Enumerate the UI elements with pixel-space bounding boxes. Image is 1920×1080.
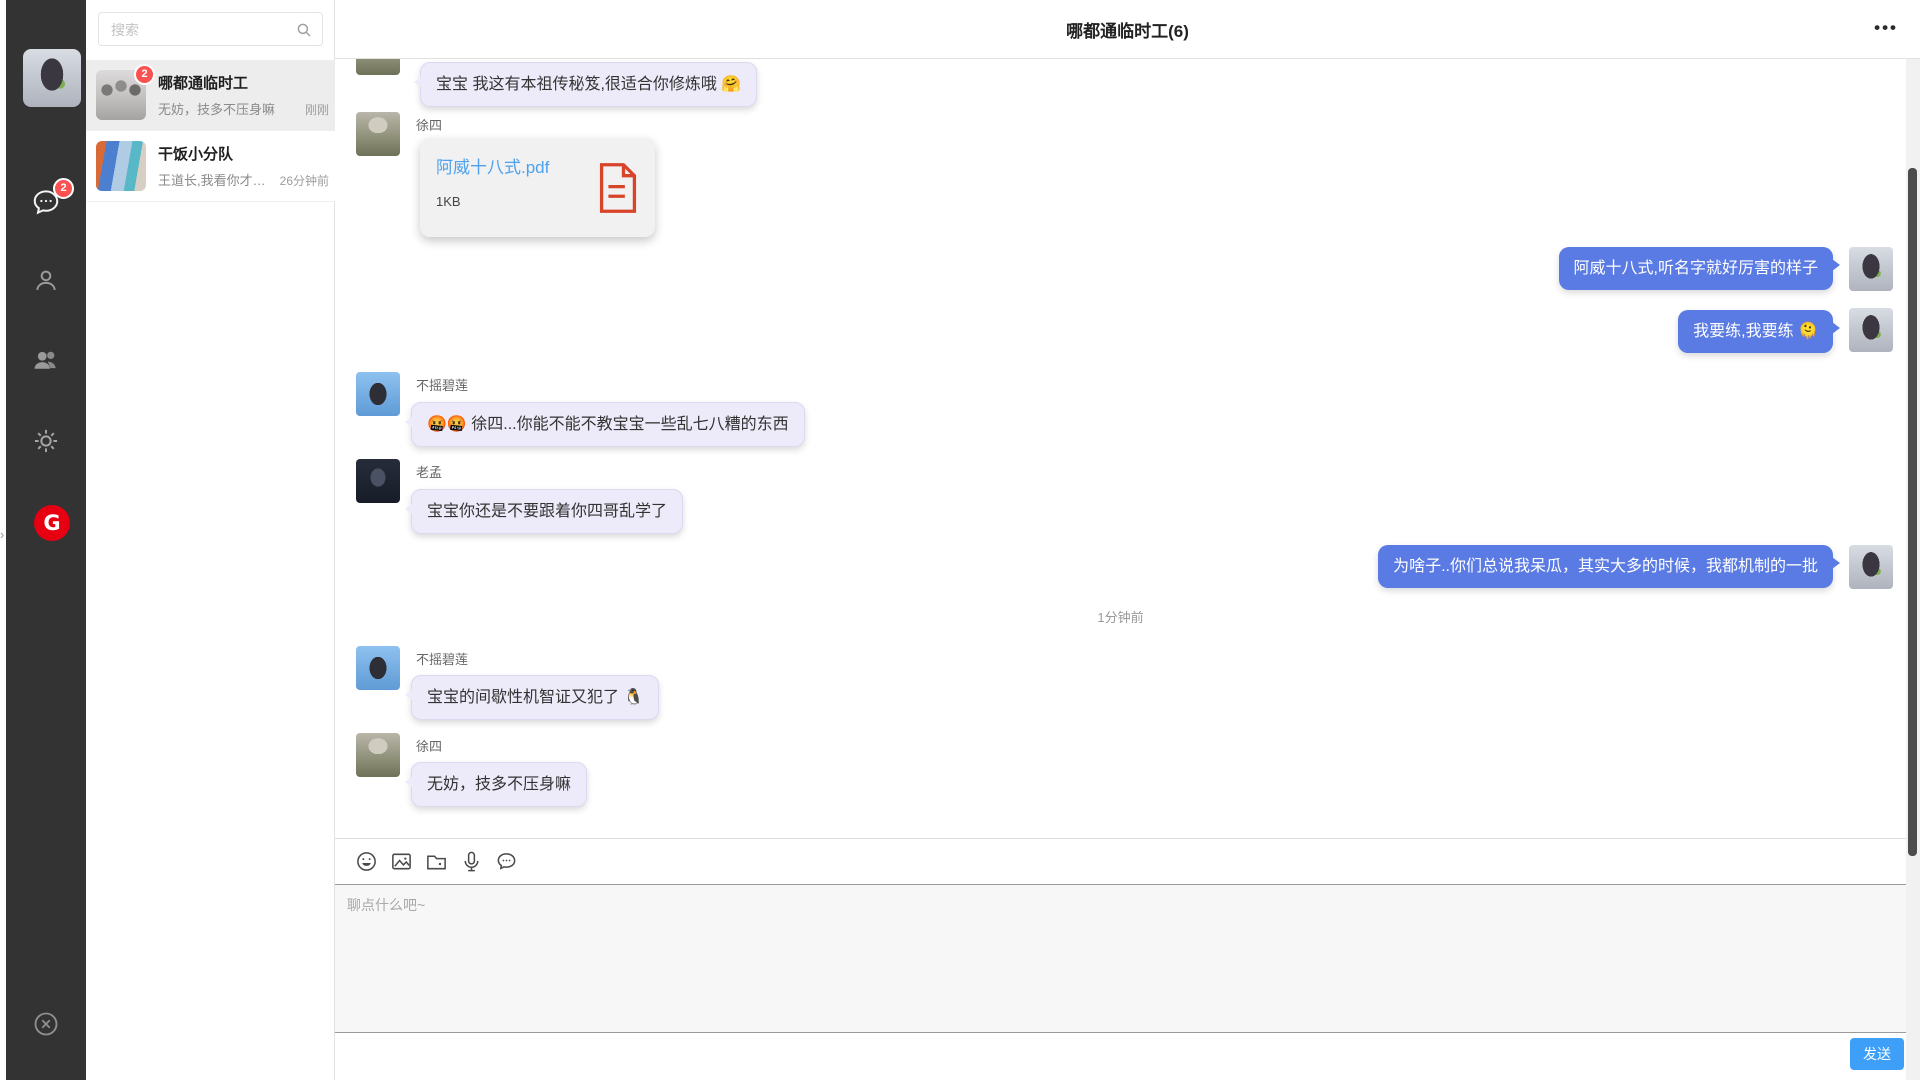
close-button[interactable]	[6, 1008, 86, 1040]
message-bubble: 阿威十八式,听名字就好厉害的样子	[1559, 247, 1833, 290]
chat-title: 哪都通临时工(6)	[1066, 17, 1189, 42]
sender-name: 不摇碧莲	[416, 375, 468, 394]
emoji-icon[interactable]	[352, 848, 380, 876]
chat-unread-badge: 2	[53, 178, 74, 199]
sender-name: 不摇碧莲	[416, 649, 468, 668]
composer-toolbar	[335, 839, 520, 884]
message-avatar[interactable]	[356, 59, 400, 75]
message-bubble: 宝宝的间歇性机智证又犯了 🐧	[411, 675, 659, 720]
composer: 发送	[335, 838, 1920, 1080]
sender-name: 徐四	[416, 736, 442, 755]
scrollbar-track[interactable]	[1906, 59, 1920, 1080]
message-bubble: 宝宝 我这有本祖传秘笈,很适合你修炼哦 🤗	[420, 62, 757, 107]
search-input[interactable]	[109, 16, 293, 44]
folder-icon[interactable]	[422, 848, 450, 876]
sender-name: 徐四	[416, 115, 442, 134]
pdf-document-icon	[597, 162, 639, 214]
sidebar-item-groups[interactable]	[6, 344, 86, 376]
time-divider: 1分钟前	[335, 607, 1906, 626]
conversation-time: 26分钟前	[280, 172, 329, 189]
file-message-card[interactable]: 阿威十八式.pdf 1KB	[420, 138, 655, 237]
close-icon	[30, 1008, 62, 1040]
message-avatar[interactable]	[356, 646, 400, 690]
message-scroll-area: 宝宝 我这有本祖传秘笈,很适合你修炼哦 🤗 徐四 阿威十八式.pdf 1KB 阿…	[335, 59, 1920, 838]
send-button[interactable]: 发送	[1850, 1038, 1904, 1070]
microphone-icon[interactable]	[457, 848, 485, 876]
more-menu-icon[interactable]: •••	[1874, 18, 1898, 38]
conversation-preview: 王道长,我看你才…	[158, 170, 276, 189]
sidebar-item-settings[interactable]	[6, 425, 86, 457]
image-icon[interactable]	[387, 848, 415, 876]
window-gutter: ›	[0, 0, 6, 1080]
group-icon	[30, 344, 62, 376]
conversation-item-ganfan[interactable]: 干饭小分队 王道长,我看你才… 26分钟前	[86, 131, 335, 202]
conversation-item-nadutong[interactable]: 2 哪都通临时工 无妨，技多不压身嘛 刚刚	[86, 60, 335, 131]
message-input[interactable]	[335, 884, 1920, 1033]
collapse-arrow-icon[interactable]: ›	[0, 528, 4, 541]
conversation-time: 刚刚	[305, 101, 329, 118]
message-bubble: 🤬🤬 徐四...你能不能不教宝宝一些乱七八糟的东西	[411, 402, 805, 447]
contacts-icon	[30, 264, 62, 296]
unread-badge: 2	[134, 64, 155, 85]
conversation-list-panel: 2 哪都通临时工 无妨，技多不压身嘛 刚刚 干饭小分队 王道长,我看你才… 26…	[86, 0, 335, 1080]
message-dots-icon[interactable]	[492, 848, 520, 876]
g-logo[interactable]: G	[34, 505, 70, 541]
message-avatar[interactable]	[356, 112, 400, 156]
conversation-name: 干饭小分队	[158, 143, 233, 164]
message-bubble: 无妨，技多不压身嘛	[411, 762, 587, 807]
message-avatar[interactable]	[1849, 247, 1893, 291]
message-avatar[interactable]	[1849, 545, 1893, 589]
conversation-name: 哪都通临时工	[158, 72, 248, 93]
message-bubble: 我要练,我要练 🫠	[1678, 310, 1833, 353]
nav-sidebar: 2	[6, 0, 86, 1080]
sender-name: 老孟	[416, 462, 442, 481]
sidebar-item-chats[interactable]: 2	[6, 186, 86, 218]
sidebar-item-contacts[interactable]	[6, 264, 86, 296]
search-box	[98, 12, 323, 46]
conversation-avatar	[96, 141, 146, 191]
chat-header: 哪都通临时工(6) •••	[335, 0, 1920, 59]
message-avatar[interactable]	[356, 372, 400, 416]
message-bubble: 为啥子..你们总说我呆瓜，其实大多的时候，我都机制的一批	[1378, 545, 1833, 588]
chat-main: 哪都通临时工(6) ••• 宝宝 我这有本祖传秘笈,很适合你修炼哦 🤗 徐四 阿…	[335, 0, 1920, 1080]
message-avatar[interactable]	[1849, 308, 1893, 352]
conversation-preview: 无妨，技多不压身嘛	[158, 99, 301, 118]
message-avatar[interactable]	[356, 459, 400, 503]
message-bubble: 宝宝你还是不要跟着你四哥乱学了	[411, 489, 683, 534]
scrollbar-thumb[interactable]	[1908, 168, 1917, 856]
user-avatar[interactable]	[23, 49, 81, 107]
message-avatar[interactable]	[356, 733, 400, 777]
chat-bubble-icon: 2	[30, 186, 62, 218]
search-icon[interactable]	[295, 21, 313, 39]
chat-app-window: › 2	[0, 0, 1920, 1080]
gear-icon	[30, 425, 62, 457]
